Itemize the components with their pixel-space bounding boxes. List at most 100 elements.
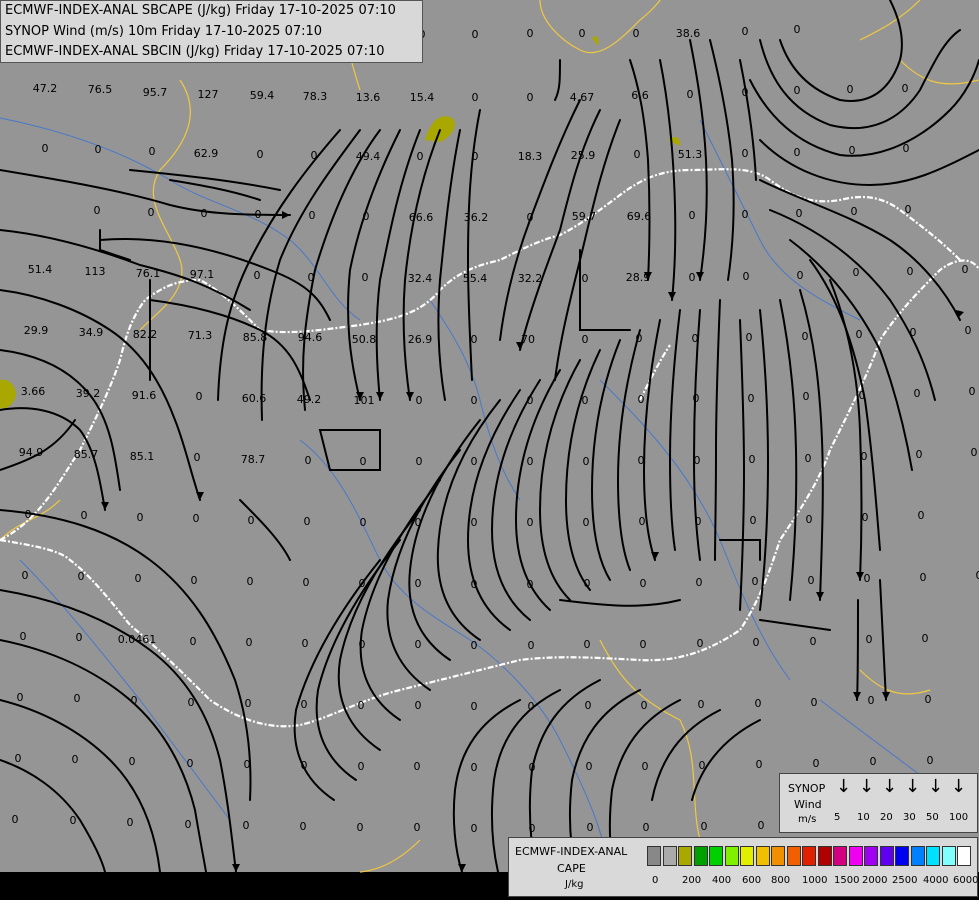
cape-value-label: 32.4 [408,272,433,285]
cape-value-label: 0 [301,759,308,772]
cape-value-label: 0 [638,454,645,467]
cape-value-label: 94.6 [298,331,323,344]
cape-value-label: 85.1 [130,450,155,463]
cape-value-label: 71.3 [188,329,213,342]
cape-value-label: 0 [72,753,79,766]
cape-value-label: 0 [357,821,364,834]
cape-value-label: 0 [796,207,803,220]
cape-value-label: 0 [699,759,706,772]
cape-value-label: 0 [902,82,909,95]
cape-value-label: 0 [689,271,696,284]
cape-value-label: 0 [415,699,422,712]
cape-value-label: 0 [755,697,762,710]
cape-value-label: 0 [360,516,367,529]
cape-value-label: 0 [305,454,312,467]
cape-value-label: 0 [248,514,255,527]
cape-value-label: 39.2 [76,387,101,400]
cape-value-label: 97.1 [190,268,215,281]
cape-value-label: 0 [148,206,155,219]
cape-value-label: 0 [802,330,809,343]
cape-value-label: 0 [849,144,856,157]
cape-value-label: 0 [692,332,699,345]
cape-value-label: 0 [697,637,704,650]
cape-value-label: 0 [190,635,197,648]
cape-tick-label: 6000 [953,875,979,886]
cape-tick-label: 2000 [862,875,888,886]
cape-value-label: 0 [976,569,979,582]
cape-color-swatch [957,846,971,866]
cape-value-label: 0 [137,511,144,524]
cape-value-label: 0 [191,574,198,587]
cape-color-swatch [910,846,925,866]
cape-value-label: 70 [521,333,535,346]
cape-value-label: 0 [529,761,536,774]
cape-value-label: 49.2 [297,393,322,406]
cape-value-label: 0 [472,150,479,163]
cape-value-label: 0 [527,211,534,224]
cape-color-swatch [647,846,661,866]
cape-tick-label: 2500 [892,875,918,886]
map-header: ECMWF-INDEX-ANAL SBCAPE (J/kg) Friday 17… [0,0,423,63]
cape-value-label: 0 [868,694,875,707]
cape-value-label: 0 [415,638,422,651]
cape-value-label: 0 [922,632,929,645]
cape-value-label: 113 [85,265,106,278]
cape-value-label: 0 [743,270,750,283]
cape-value-label: 0 [415,516,422,529]
cape-value-label: 4.67 [570,91,595,104]
cape-tick-label: 600 [742,875,762,886]
cape-value-label: 0 [803,390,810,403]
cape-value-label: 0 [245,697,252,710]
cape-value-label: 0 [633,27,640,40]
cape-value-label: 0 [311,149,318,162]
cape-value-label: 0 [95,143,102,156]
cape-value-label: 0 [529,822,536,835]
cape-value-label: 0 [758,819,765,832]
cape-value-label: 0 [582,333,589,346]
cape-value-label: 85.8 [243,331,268,344]
cape-value-label: 94.9 [19,446,44,459]
cape-value-label: 0 [528,700,535,713]
cape-value-label: 0 [528,639,535,652]
cape-value-label: 0 [300,820,307,833]
cape-value-label: 0 [472,91,479,104]
cape-value-label: 0 [359,638,366,651]
cape-value-label: 0 [20,630,27,643]
cape-value-label: 0 [640,577,647,590]
wind-barb-icon: ↓ [928,776,944,797]
cape-value-label: 60.6 [242,392,267,405]
cape-value-label: 0 [12,813,19,826]
cape-value-label: 3.66 [21,385,46,398]
cape-value-label: 78.3 [303,90,328,103]
cape-value-label: 0 [309,209,316,222]
cape-value-label: 0 [527,516,534,529]
cape-value-label: 101 [354,394,375,407]
cape-value-label: 0 [527,91,534,104]
cape-value-label: 0 [584,638,591,651]
cape-value-label: 0 [866,633,873,646]
cape-value-label: 82.2 [133,328,158,341]
cape-color-swatch [817,846,832,866]
cape-color-swatch [895,846,909,866]
cape-value-label: 0 [742,147,749,160]
cape-color-swatch [879,846,894,866]
cape-color-swatch [786,846,801,866]
cape-value-label: 0 [910,326,917,339]
synop-speed-label: 10 [857,812,870,823]
synop-legend-unit: m/s [798,814,817,825]
cape-value-label: 0 [472,28,479,41]
cape-value-label: 0 [643,821,650,834]
cape-value-label: 36.2 [464,211,489,224]
cape-value-label: 0 [416,455,423,468]
cape-value-label: 0 [585,699,592,712]
cape-value-label: 0 [689,209,696,222]
cape-value-label: 0 [925,693,932,706]
cape-value-label: 62.9 [194,147,219,160]
cape-value-label: 28.9 [626,271,651,284]
cape-value-label: 59.4 [250,89,275,102]
cape-value-label: 0 [127,816,134,829]
cape-value-label: 0 [582,272,589,285]
cape-value-label: 0 [244,758,251,771]
cape-value-label: 0 [861,450,868,463]
cape-value-label: 0 [149,145,156,158]
